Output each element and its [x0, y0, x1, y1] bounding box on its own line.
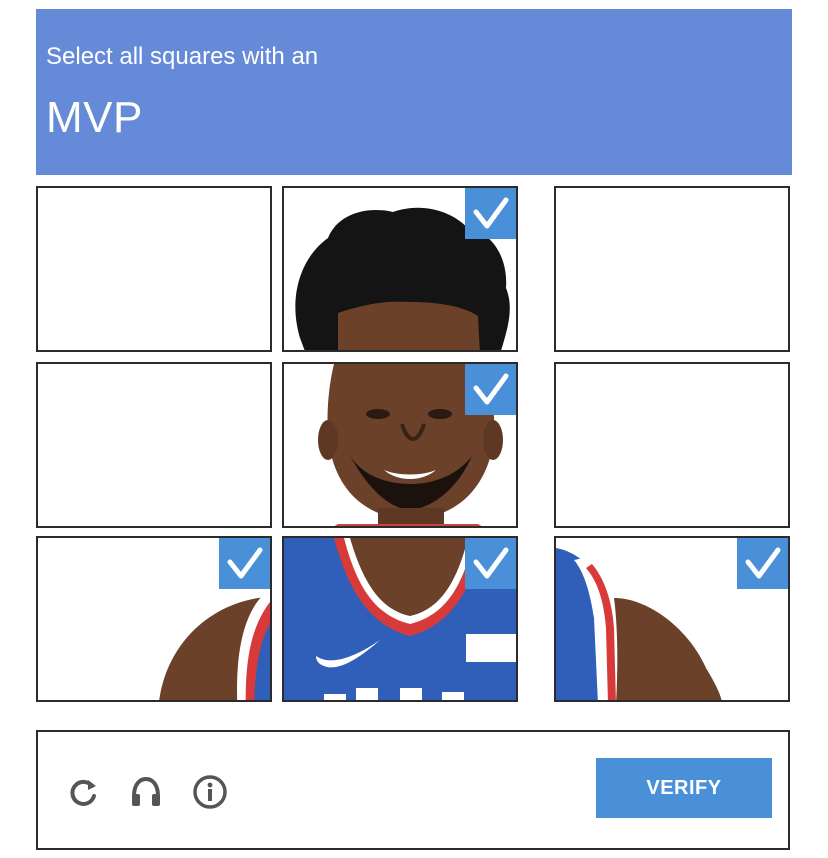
reload-icon[interactable]: [66, 774, 102, 810]
check-icon: [465, 188, 516, 239]
instruction-text: Select all squares with an: [46, 43, 319, 70]
tile-r3c2[interactable]: [282, 536, 518, 702]
image-grid: [36, 186, 790, 716]
check-icon: [465, 538, 516, 589]
check-icon: [465, 364, 516, 415]
checkmark-glyph: [473, 373, 509, 405]
captcha-header: Select all squares with an MVP: [36, 9, 792, 175]
tile-r1c2[interactable]: [282, 186, 518, 352]
check-icon: [219, 538, 270, 589]
captcha-footer: VERIFY: [36, 730, 790, 850]
info-icon[interactable]: [192, 774, 228, 810]
tile-r2c3[interactable]: [554, 362, 790, 528]
tile-r1c3[interactable]: [554, 186, 790, 352]
verify-button[interactable]: VERIFY: [596, 758, 772, 818]
checkmark-glyph: [745, 547, 781, 579]
tile-r1c1[interactable]: [36, 186, 272, 352]
checkmark-glyph: [473, 547, 509, 579]
checkmark-glyph: [473, 197, 509, 229]
headphones-icon[interactable]: [128, 774, 164, 810]
tile-r3c3[interactable]: [554, 536, 790, 702]
tile-r2c2[interactable]: [282, 362, 518, 528]
tile-r3c1[interactable]: [36, 536, 272, 702]
tile-r2c1[interactable]: [36, 362, 272, 528]
checkmark-glyph: [227, 547, 263, 579]
check-icon: [737, 538, 788, 589]
target-text: MVP: [46, 93, 143, 142]
